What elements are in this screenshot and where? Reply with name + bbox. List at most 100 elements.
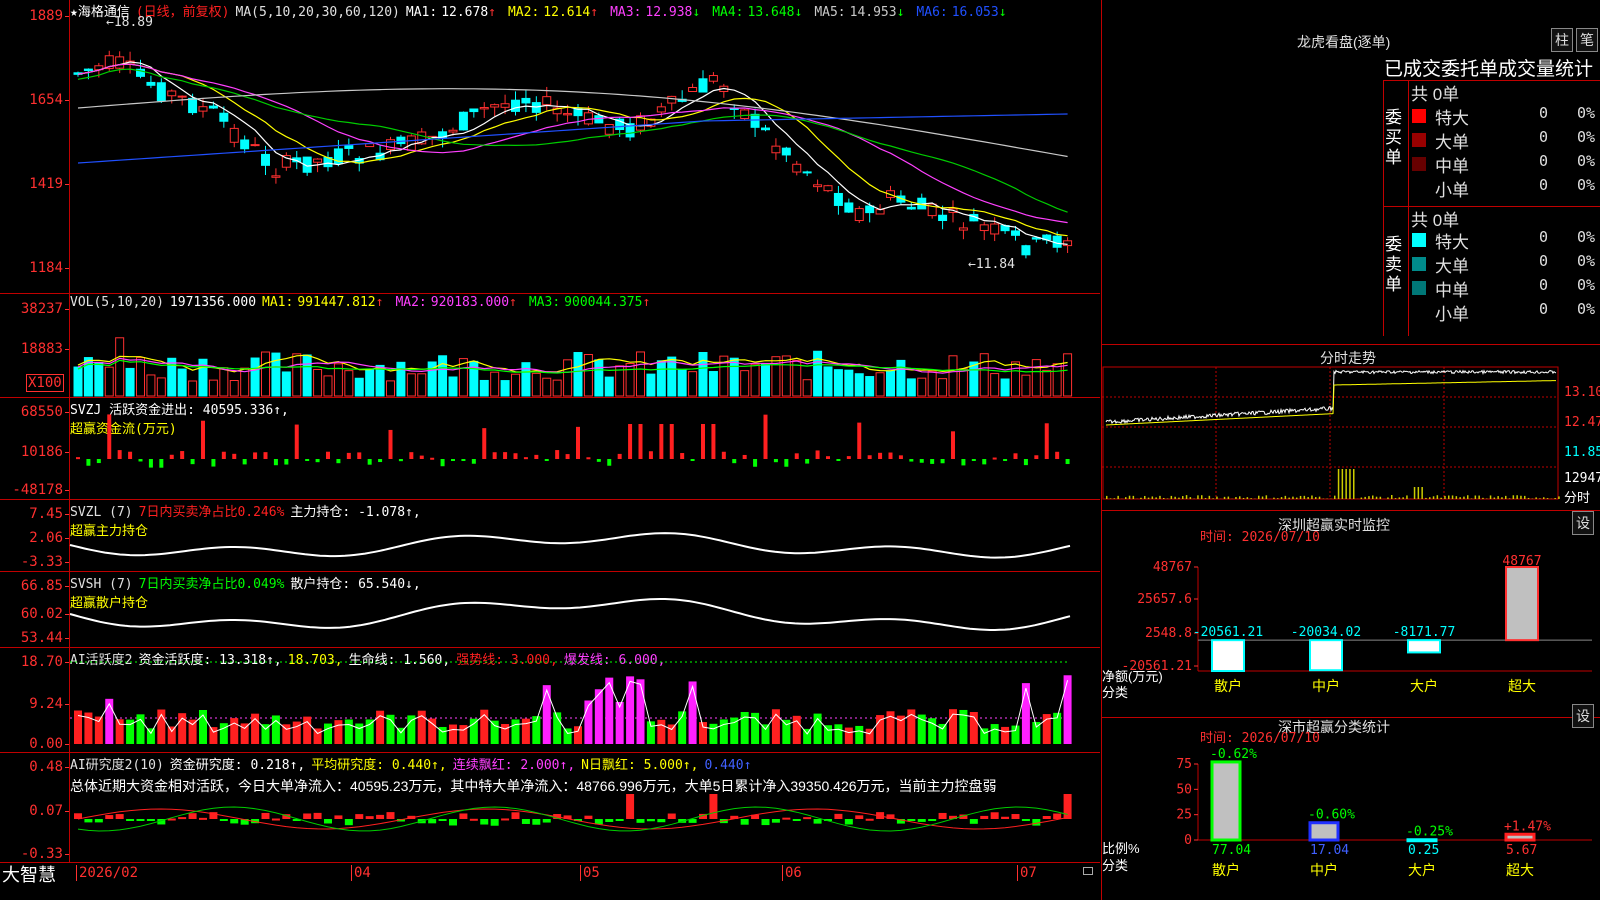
svzj-bar bbox=[669, 424, 674, 459]
intraday-chart[interactable] bbox=[1102, 366, 1562, 509]
ai-research-panel[interactable]: 0.48 0.07 -0.33 AI研究度2(10) 资金研究度: 0.218↑,… bbox=[0, 753, 1100, 863]
activity-bar bbox=[469, 718, 478, 744]
ai-research-chart[interactable] bbox=[70, 753, 1100, 861]
svzj-bar bbox=[711, 424, 716, 459]
svsh-tick: 66.85 bbox=[20, 578, 70, 594]
svzj-bar bbox=[659, 424, 664, 459]
volume-bar bbox=[479, 379, 489, 397]
kline-panel[interactable]: 1889 1654 1419 1184 ★海格通信 (日线，前复权) MA(5,10… bbox=[0, 0, 1100, 294]
volume-value: 1971356.000 bbox=[169, 295, 257, 310]
volume-bar bbox=[438, 355, 448, 397]
category-label: 中户 bbox=[1310, 862, 1338, 878]
svsh-line bbox=[69, 598, 1071, 631]
volume-bar bbox=[688, 371, 698, 397]
svzj-bar bbox=[607, 459, 612, 466]
candlestick-chart[interactable] bbox=[70, 18, 1100, 292]
candle-body bbox=[563, 113, 573, 116]
candle-body bbox=[667, 95, 677, 104]
svzj-bar bbox=[951, 431, 955, 459]
volume-bar bbox=[740, 370, 750, 397]
research-bar bbox=[303, 813, 312, 819]
intraday-volume-bar bbox=[1508, 498, 1511, 499]
research-bar bbox=[84, 819, 93, 823]
intraday-volume-bar bbox=[1318, 496, 1321, 499]
bar-mode-button[interactable]: 柱 bbox=[1551, 28, 1573, 52]
activity-bar bbox=[230, 718, 239, 744]
research-bar bbox=[813, 819, 822, 824]
volume-bar bbox=[136, 357, 145, 397]
svzj-chart[interactable] bbox=[70, 398, 1100, 498]
vol-ma-item-2: MA2: 920183.000↑ bbox=[395, 295, 522, 310]
activity-bar bbox=[1063, 675, 1072, 744]
candle-body bbox=[833, 192, 843, 206]
research-bar bbox=[1053, 813, 1062, 819]
research-bar bbox=[480, 819, 489, 825]
volume-bar bbox=[563, 359, 573, 397]
intraday-volume-bar bbox=[1444, 495, 1446, 499]
svzl-chart[interactable] bbox=[69, 500, 1100, 570]
ai-activity-panel[interactable]: 18.70 9.24 0.00 AI活跃度2 资金活跃度: 13.318↑, 18.… bbox=[0, 648, 1100, 753]
class-pct-label: 0.25 bbox=[1408, 843, 1439, 858]
research-bar bbox=[740, 819, 749, 825]
intraday-volume-bar bbox=[1345, 469, 1347, 499]
intraday-volume-bar bbox=[1235, 497, 1237, 499]
svsh-panel[interactable]: 66.85 60.02 53.44 SVSH (7) 7日内买卖净占比0.049%… bbox=[0, 572, 1100, 648]
intraday-volume-bar bbox=[1223, 496, 1226, 499]
svzj-bar bbox=[773, 459, 778, 463]
intraday-volume-bar bbox=[1546, 498, 1549, 499]
price-tick: 1889 bbox=[29, 8, 69, 24]
y-tick-label: 25 bbox=[1176, 808, 1192, 823]
candle-body bbox=[448, 129, 458, 133]
svzj-bar bbox=[680, 453, 685, 459]
research-bar bbox=[376, 814, 385, 819]
tick-mode-button[interactable]: 笔 bbox=[1576, 28, 1598, 52]
volume-bar bbox=[573, 352, 583, 397]
svsh-chart[interactable] bbox=[69, 572, 1100, 646]
activity-bar bbox=[615, 701, 624, 744]
volume-tick: 18883 bbox=[20, 341, 70, 357]
research-bar bbox=[855, 815, 864, 819]
volume-bar bbox=[396, 361, 406, 397]
vol-ma-item-3: MA3: 900044.375↑ bbox=[529, 295, 656, 310]
research-bar bbox=[990, 812, 999, 819]
volume-bar bbox=[813, 350, 823, 397]
svzj-bar bbox=[805, 459, 810, 464]
class-pct-label: 77.04 bbox=[1212, 843, 1251, 858]
intraday-volume-bar bbox=[1413, 487, 1416, 499]
svzj-bar bbox=[471, 459, 476, 464]
app-logo[interactable]: 大智慧 bbox=[2, 861, 56, 887]
volume-bar bbox=[490, 371, 500, 397]
svzj-bar bbox=[846, 456, 851, 459]
research-bar bbox=[386, 812, 395, 819]
volume-panel[interactable]: 38237 18883 X100 VOL(5,10,20) 1971356.000… bbox=[0, 294, 1100, 398]
research-bar bbox=[969, 819, 978, 824]
candle-body bbox=[1011, 230, 1020, 236]
volume-bar bbox=[990, 373, 1000, 397]
intraday-volume-bar bbox=[1501, 497, 1503, 499]
svzj-bar bbox=[482, 428, 487, 459]
volume-bar bbox=[656, 360, 666, 397]
volume-bar bbox=[958, 368, 968, 397]
intraday-volume-bar bbox=[1493, 497, 1496, 499]
intraday-volume-bar bbox=[1432, 496, 1435, 499]
intraday-volume-bar bbox=[1189, 497, 1192, 499]
ma10-line bbox=[77, 63, 1068, 237]
volume-tick: 38237 bbox=[20, 301, 70, 317]
candle-body bbox=[698, 78, 708, 93]
intraday-panel[interactable]: 分时走势 13.10 12.47 11.85 12947 分时 bbox=[1101, 345, 1600, 511]
ai-activity-chart[interactable] bbox=[70, 648, 1100, 751]
svzj-tick: -48178 bbox=[12, 482, 69, 498]
lock-icon[interactable] bbox=[1083, 867, 1093, 875]
svzl-panel[interactable]: 7.45 2.06 -3.33 SVZL (7) 7日内买卖净占比0.246% 主力… bbox=[0, 500, 1100, 572]
intraday-volume-bar bbox=[1170, 495, 1173, 499]
svzl-axis: 7.45 2.06 -3.33 bbox=[0, 500, 70, 571]
svzj-panel[interactable]: 68550 10186 -48178 SVZJ 活跃资金进出: 40595.33… bbox=[0, 398, 1100, 500]
intraday-volume-bar bbox=[1398, 497, 1401, 499]
volume-chart[interactable] bbox=[70, 312, 1100, 397]
intraday-volume-bar bbox=[1201, 495, 1203, 499]
volume-bar bbox=[250, 357, 260, 397]
candle-body bbox=[740, 109, 750, 119]
volume-bar bbox=[125, 367, 135, 397]
intraday-volume-bar bbox=[1478, 495, 1480, 499]
svzj-tick: 10186 bbox=[20, 444, 70, 460]
